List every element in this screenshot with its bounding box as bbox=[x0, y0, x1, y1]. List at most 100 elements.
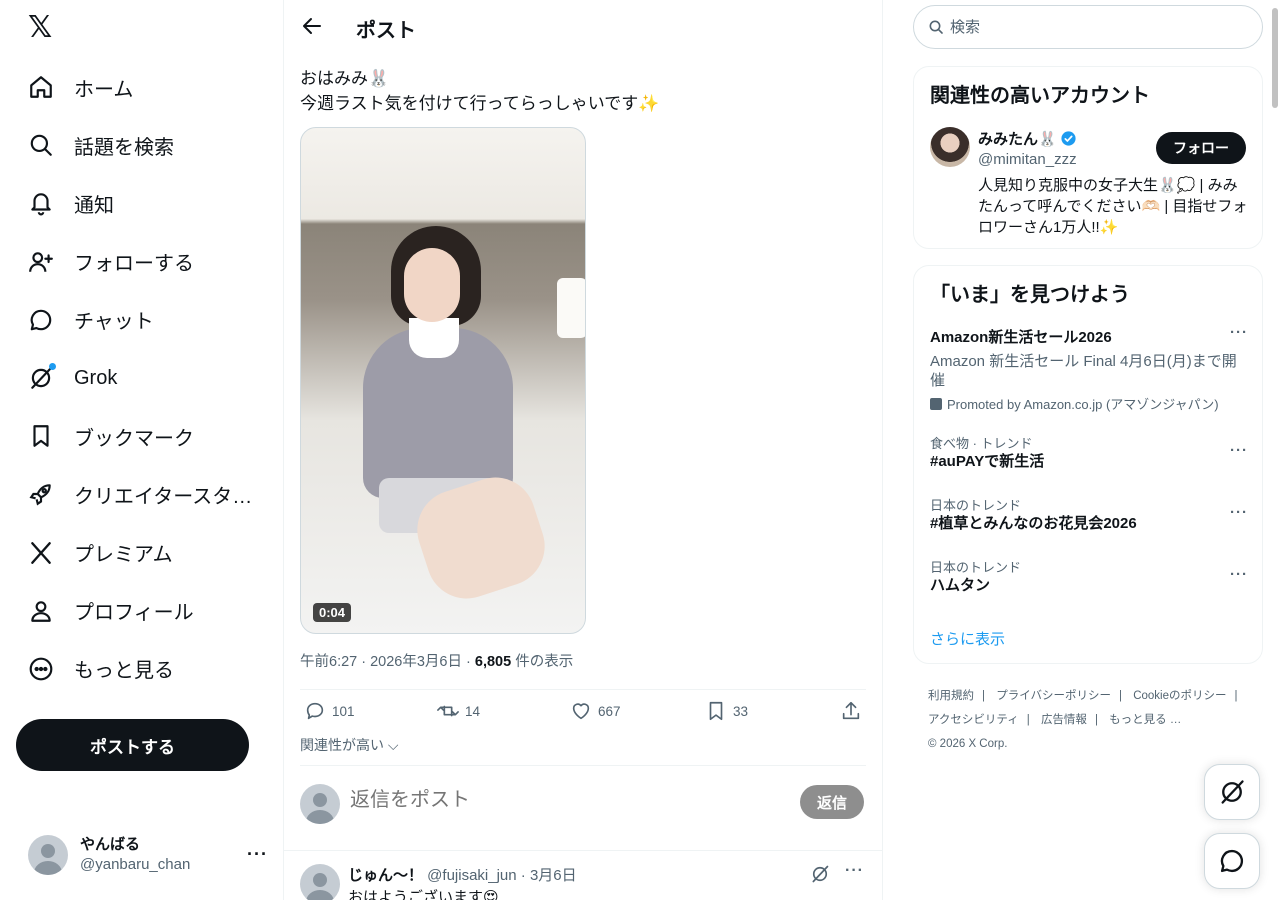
nav-item-notifications[interactable]: 通知 bbox=[16, 174, 276, 232]
trend-category: 日本のトレンド bbox=[930, 560, 1022, 575]
trend-item[interactable]: 日本のトレンド #植草とみんなのお花見会2026 ··· bbox=[930, 498, 1248, 534]
repost-action[interactable]: 14 bbox=[437, 700, 480, 722]
footer-separator: | bbox=[1026, 714, 1030, 726]
more-icon[interactable]: ··· bbox=[845, 862, 864, 880]
trend-category: 食べ物 · トレンド bbox=[930, 436, 1033, 451]
avatar[interactable] bbox=[930, 127, 970, 167]
post-text: おはみみ🐰 今週ラスト気を付けて行ってらっしゃいです✨ bbox=[300, 66, 659, 116]
nav-item-grok[interactable]: Grok bbox=[16, 349, 276, 407]
primary-nav: ホーム 話題を検索 通知 フォローする チャット Grok ブックマーク クリエ… bbox=[16, 58, 276, 698]
grok-float-button[interactable] bbox=[1204, 764, 1260, 820]
follow-button[interactable]: フォロー bbox=[1156, 132, 1246, 164]
footer-link[interactable]: プライバシーポリシー bbox=[996, 690, 1111, 702]
show-more-link[interactable]: さらに表示 bbox=[930, 628, 1005, 649]
promoted-label: Promoted by Amazon.co.jp (アマゾンジャパン) bbox=[930, 394, 1248, 413]
x-premium-icon bbox=[28, 540, 54, 566]
related-accounts-card: 関連性の高いアカウント みみたん🐰 @mimitan_zzz フォロー 人見知り… bbox=[913, 66, 1263, 249]
more-icon[interactable]: ··· bbox=[247, 844, 268, 865]
nav-item-bookmarks[interactable]: ブックマーク bbox=[16, 407, 276, 465]
grok-icon bbox=[1221, 780, 1244, 804]
avatar bbox=[28, 835, 68, 875]
account-switcher[interactable]: やんばる @yanbaru_chan ··· bbox=[28, 832, 268, 878]
explore-card: 「いま」を見つけよう Amazon新生活セール2026 Amazon 新生活セー… bbox=[913, 265, 1263, 664]
video-duration: 0:04 bbox=[313, 603, 352, 622]
rocket-icon bbox=[28, 481, 54, 507]
reply-post[interactable]: じゅん〜！ @fujisaki_jun · 3月6日 おはようございます😍 ··… bbox=[300, 862, 866, 900]
account-name[interactable]: みみたん🐰 bbox=[978, 128, 1077, 149]
account-handle: @yanbaru_chan bbox=[80, 856, 191, 873]
nav-item-premium[interactable]: プレミアム bbox=[16, 524, 276, 582]
more-icon[interactable]: ··· bbox=[1230, 324, 1248, 341]
reply-count: 101 bbox=[332, 703, 355, 719]
grok-icon[interactable] bbox=[810, 864, 830, 884]
x-logo[interactable]: 𝕏 bbox=[28, 13, 56, 43]
bookmark-action[interactable]: 33 bbox=[705, 700, 748, 722]
trend-title: #auPAYで新生活 bbox=[930, 453, 1045, 470]
left-sidebar: 𝕏 ホーム 話題を検索 通知 フォローする チャット Grok ブックマーク ク… bbox=[0, 0, 284, 900]
search-bar[interactable] bbox=[913, 5, 1263, 49]
chat-float-button[interactable] bbox=[1204, 833, 1260, 889]
back-arrow-icon[interactable] bbox=[300, 14, 324, 38]
person-add-icon bbox=[28, 249, 54, 275]
nav-label: ホーム bbox=[74, 78, 134, 101]
like-action[interactable]: 667 bbox=[570, 700, 621, 722]
post-text-line: おはみみ🐰 bbox=[300, 69, 390, 88]
trend-item[interactable]: 食べ物 · トレンド #auPAYで新生活 ··· bbox=[930, 436, 1248, 472]
reply-action[interactable]: 101 bbox=[304, 700, 355, 722]
account-handle: @mimitan_zzz bbox=[978, 151, 1077, 168]
more-icon[interactable]: ··· bbox=[1230, 442, 1248, 459]
more-icon[interactable]: ··· bbox=[1230, 504, 1248, 521]
video-frame-lamp bbox=[557, 278, 585, 338]
reply-author-name[interactable]: じゅん〜！ bbox=[348, 867, 423, 884]
nav-label: フォローする bbox=[74, 253, 194, 276]
post-timestamp[interactable]: 午前6:27 · 2026年3月6日 · bbox=[300, 654, 475, 670]
trend-title: ハムタン bbox=[930, 577, 991, 594]
chat-icon bbox=[28, 307, 54, 333]
more-icon[interactable]: ··· bbox=[1230, 566, 1248, 583]
post-text-line: 今週ラスト気を付けて行ってらっしゃいです✨ bbox=[300, 94, 660, 113]
nav-label: 話題を検索 bbox=[74, 136, 174, 159]
nav-item-more[interactable]: もっと見る bbox=[16, 640, 276, 698]
footer-link[interactable]: 利用規約 bbox=[928, 690, 974, 702]
nav-label: Grok bbox=[74, 366, 118, 389]
post-meta: 午前6:27 · 2026年3月6日 · 6,805 件の表示 bbox=[300, 650, 573, 671]
bookmark-count: 33 bbox=[733, 703, 749, 719]
verified-badge-icon bbox=[1061, 131, 1076, 146]
repost-icon bbox=[437, 705, 459, 717]
nav-item-profile[interactable]: プロフィール bbox=[16, 582, 276, 640]
reply-sort-dropdown[interactable]: 関連性が高い ⌵ bbox=[300, 735, 399, 755]
nav-label: チャット bbox=[74, 311, 154, 334]
page-scrollbar[interactable] bbox=[1272, 8, 1278, 108]
nav-item-explore[interactable]: 話題を検索 bbox=[16, 116, 276, 174]
promoted-icon bbox=[930, 397, 942, 410]
nav-item-chat[interactable]: チャット bbox=[16, 291, 276, 349]
reply-header: じゅん〜！ @fujisaki_jun · 3月6日 bbox=[348, 864, 577, 885]
reply-button[interactable]: 返信 bbox=[800, 785, 864, 819]
nav-item-creator-studio[interactable]: クリエイタースタ… bbox=[16, 465, 276, 523]
footer-separator: | bbox=[982, 690, 985, 702]
footer-link[interactable]: もっと見る … bbox=[1109, 714, 1181, 726]
reply-text: おはようございます😍 bbox=[348, 889, 499, 900]
reply-input[interactable] bbox=[350, 789, 750, 812]
nav-label: プレミアム bbox=[74, 544, 173, 567]
post-button[interactable]: ポストする bbox=[16, 719, 249, 771]
nav-item-follow[interactable]: フォローする bbox=[16, 233, 276, 291]
footer-link[interactable]: アクセシビリティ bbox=[928, 714, 1019, 726]
footer-link[interactable]: Cookieのポリシー bbox=[1133, 690, 1226, 702]
footer-separator: | bbox=[1118, 690, 1122, 702]
reply-composer: 返信 bbox=[300, 783, 866, 825]
profile-icon bbox=[28, 598, 54, 624]
avatar[interactable] bbox=[300, 864, 340, 900]
reply-icon bbox=[306, 702, 324, 720]
post-video[interactable]: 0:04 bbox=[300, 127, 586, 634]
post-actions: 101 14 667 33 bbox=[300, 700, 866, 728]
like-count: 667 bbox=[598, 703, 621, 719]
footer-link[interactable]: 広告情報 bbox=[1041, 714, 1087, 726]
trend-item[interactable]: Amazon新生活セール2026 Amazon 新生活セール Final 4月6… bbox=[930, 324, 1248, 413]
search-input[interactable] bbox=[950, 18, 1240, 36]
nav-item-home[interactable]: ホーム bbox=[16, 58, 276, 116]
views-count: 6,805 bbox=[474, 654, 512, 670]
share-action[interactable] bbox=[840, 700, 868, 722]
trend-item[interactable]: 日本のトレンド ハムタン ··· bbox=[930, 560, 1248, 596]
nav-label: 通知 bbox=[74, 194, 114, 217]
